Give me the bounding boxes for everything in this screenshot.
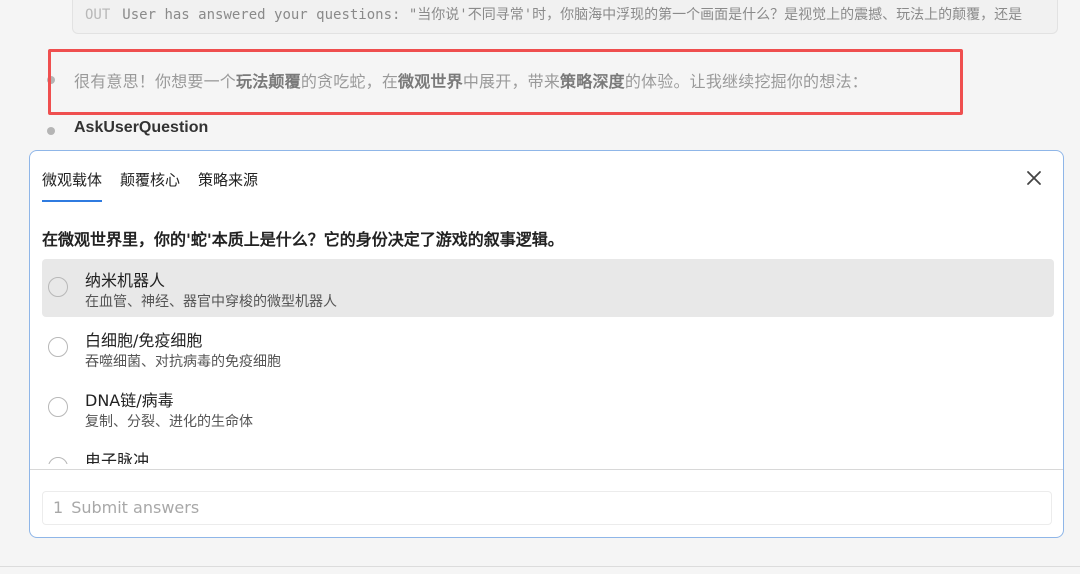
- option-description: 复制、分裂、进化的生命体: [85, 414, 253, 430]
- radio-button[interactable]: [48, 277, 68, 297]
- assistant-message: 很有意思！你想要一个玩法颠覆的贪吃蛇，在微观世界中展开，带来策略深度的体验。让我…: [74, 68, 868, 92]
- question-text: 在微观世界里，你的'蛇'本质上是什么？它的身份决定了游戏的叙事逻辑。: [42, 230, 564, 249]
- bottom-divider: [0, 566, 1080, 567]
- option-nanobot[interactable]: 纳米机器人 在血管、神经、器官中穿梭的微型机器人: [42, 259, 1054, 317]
- radio-button[interactable]: [48, 397, 68, 417]
- message-emphasis: 策略深度: [560, 72, 625, 91]
- option-dna-virus[interactable]: DNA链/病毒 复制、分裂、进化的生命体: [42, 379, 1054, 437]
- message-emphasis: 微观世界: [398, 72, 463, 91]
- out-tag: OUT: [85, 7, 111, 23]
- answer-count: 1: [53, 498, 64, 517]
- submit-answers-button[interactable]: 1 Submit answers: [42, 491, 1052, 525]
- question-tabs: 微观载体 颠覆核心 策略来源: [42, 167, 276, 202]
- radio-button[interactable]: [48, 337, 68, 357]
- message-emphasis: 玩法颠覆: [236, 72, 301, 91]
- option-description: 吞噬细菌、对抗病毒的免疫细胞: [85, 354, 281, 370]
- tab-micro-carrier[interactable]: 微观载体: [42, 167, 103, 202]
- message-text: 的体验。让我继续挖掘你的想法：: [624, 72, 868, 91]
- option-label: 纳米机器人: [85, 271, 166, 290]
- option-white-blood-cell[interactable]: 白细胞/免疫细胞 吞噬细菌、对抗病毒的免疫细胞: [42, 319, 1054, 377]
- tool-name: AskUserQuestion: [74, 119, 209, 136]
- option-label: DNA链/病毒: [85, 391, 174, 410]
- tool-bullet: [47, 127, 55, 135]
- option-electric-pulse[interactable]: 电子脉冲: [42, 439, 1054, 464]
- option-label: 电子脉冲: [85, 451, 150, 464]
- message-text: 很有意思！你想要一个: [74, 72, 237, 91]
- tool-output-log: OUT User has answered your questions: "当你…: [72, 0, 1058, 34]
- radio-button[interactable]: [48, 457, 68, 464]
- submit-label: Submit answers: [71, 498, 200, 517]
- option-description: 在血管、神经、器官中穿梭的微型机器人: [85, 294, 337, 310]
- message-text: 中展开，带来: [462, 72, 561, 91]
- option-label: 白细胞/免疫细胞: [85, 331, 203, 350]
- message-text: 的贪吃蛇，在: [300, 72, 399, 91]
- tab-strategy-source[interactable]: 策略来源: [198, 167, 258, 202]
- divider: [30, 469, 1063, 470]
- ask-user-question-dialog: 微观载体 颠覆核心 策略来源 在微观世界里，你的'蛇'本质上是什么？它的身份决定…: [29, 150, 1064, 538]
- options-list: 纳米机器人 在血管、神经、器官中穿梭的微型机器人 白细胞/免疫细胞 吞噬细菌、对…: [42, 259, 1054, 464]
- close-icon[interactable]: [1025, 169, 1043, 187]
- out-text: User has answered your questions: "当你说'不…: [122, 7, 1023, 23]
- tab-subversion-core[interactable]: 颠覆核心: [120, 167, 180, 202]
